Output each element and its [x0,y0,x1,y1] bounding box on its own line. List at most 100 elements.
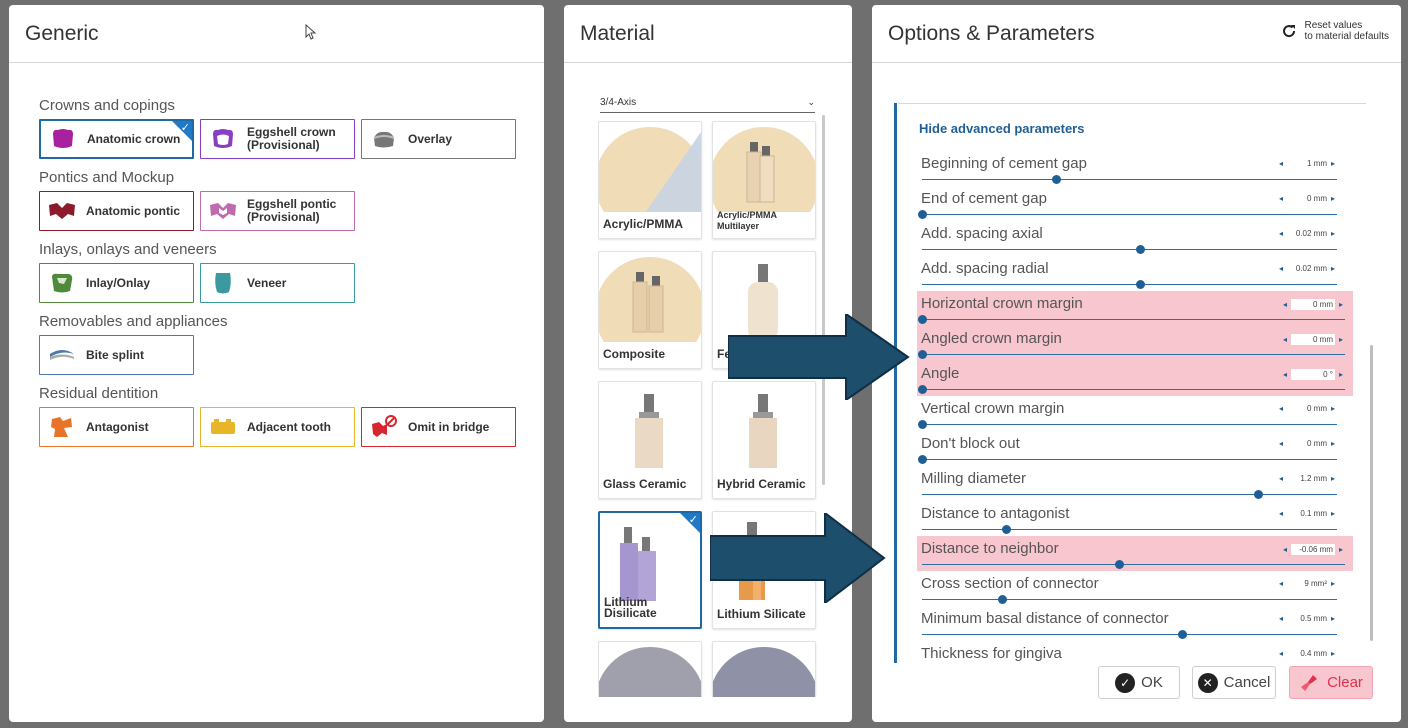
slider-track[interactable] [922,319,1345,320]
parameter-value[interactable]: 1.2 mm [1287,474,1327,483]
parameter-value[interactable]: -0.06 mm [1290,544,1335,555]
decrement-arrow-icon[interactable]: ◂ [1283,370,1287,379]
decrement-arrow-icon[interactable]: ◂ [1279,194,1283,203]
restoration-type-tile[interactable]: Eggshell crown (Provisional) [200,119,355,159]
parameter-value[interactable]: 0 mm [1290,334,1335,345]
clear-button[interactable]: Clear [1289,666,1373,699]
restoration-type-tile[interactable]: Anatomic crown ✓ [39,119,194,159]
increment-arrow-icon[interactable]: ▸ [1339,370,1343,379]
parameter-value[interactable]: 0.02 mm [1287,229,1327,238]
material-scrollbar[interactable] [822,115,825,485]
options-scrollbar[interactable] [1370,345,1373,641]
increment-arrow-icon[interactable]: ▸ [1331,474,1335,483]
increment-arrow-icon[interactable]: ▸ [1331,509,1335,518]
ok-button[interactable]: ✓ OK [1098,666,1180,699]
parameter-value[interactable]: 9 mm² [1287,579,1327,588]
parameter-row: Minimum basal distance of connector ◂ 0.5 … [917,606,1345,641]
slider-track[interactable] [922,634,1337,635]
parameter-value[interactable]: 1 mm [1287,159,1327,168]
material-card[interactable] [712,641,816,697]
parameter-value[interactable]: 0.4 mm [1287,649,1327,658]
slider-knob[interactable] [1178,630,1188,639]
restoration-type-tile[interactable]: Anatomic pontic [39,191,194,231]
slider-track[interactable] [922,494,1337,495]
slider-track[interactable] [922,424,1337,425]
restoration-type-tile[interactable]: Bite splint [39,335,194,375]
material-card[interactable]: Lithium Disilicate ✓ [598,511,702,629]
cancel-button[interactable]: ✕ Cancel [1192,666,1276,699]
parameter-value[interactable]: 0 mm [1287,439,1327,448]
slider-knob[interactable] [918,385,927,394]
material-card[interactable] [598,641,702,697]
restoration-type-tile[interactable]: Veneer [200,263,355,303]
restoration-type-tile[interactable]: Inlay/Onlay [39,263,194,303]
slider-track[interactable] [922,214,1337,215]
restoration-type-tile[interactable]: Overlay [361,119,516,159]
material-card[interactable]: Glass Ceramic [598,381,702,499]
increment-arrow-icon[interactable]: ▸ [1331,614,1335,623]
decrement-arrow-icon[interactable]: ◂ [1279,404,1283,413]
increment-arrow-icon[interactable]: ▸ [1339,300,1343,309]
increment-arrow-icon[interactable]: ▸ [1331,229,1335,238]
increment-arrow-icon[interactable]: ▸ [1331,579,1335,588]
decrement-arrow-icon[interactable]: ◂ [1279,439,1283,448]
restoration-type-tile[interactable]: Adjacent tooth [200,407,355,447]
parameter-value[interactable]: 0.02 mm [1287,264,1327,273]
hide-advanced-parameters-link[interactable]: Hide advanced parameters [919,121,1084,136]
increment-arrow-icon[interactable]: ▸ [1339,335,1343,344]
slider-knob[interactable] [997,595,1007,604]
material-card[interactable]: Acrylic/PMMA Multilayer [712,121,816,239]
slider-knob[interactable] [1136,280,1146,289]
decrement-arrow-icon[interactable]: ◂ [1279,229,1283,238]
increment-arrow-icon[interactable]: ▸ [1331,404,1335,413]
slider-track[interactable] [922,249,1337,250]
slider-track[interactable] [922,599,1337,600]
parameter-value[interactable]: 0 mm [1290,299,1335,310]
slider-knob[interactable] [918,315,927,324]
parameter-value[interactable]: 0 mm [1287,194,1327,203]
restoration-type-tile[interactable]: Antagonist [39,407,194,447]
slider-track[interactable] [922,284,1337,285]
slider-track[interactable] [922,564,1345,565]
slider-knob[interactable] [918,455,927,464]
increment-arrow-icon[interactable]: ▸ [1331,439,1335,448]
decrement-arrow-icon[interactable]: ◂ [1283,300,1287,309]
parameter-value[interactable]: 0.1 mm [1287,509,1327,518]
decrement-arrow-icon[interactable]: ◂ [1283,335,1287,344]
restoration-type-tile[interactable]: Omit in bridge [361,407,516,447]
slider-knob[interactable] [918,350,927,359]
decrement-arrow-icon[interactable]: ◂ [1279,159,1283,168]
decrement-arrow-icon[interactable]: ◂ [1279,614,1283,623]
increment-arrow-icon[interactable]: ▸ [1331,159,1335,168]
parameter-value[interactable]: 0.5 mm [1287,614,1327,623]
machine-axis-select[interactable]: 3/4-Axis ⌄ [600,92,815,113]
decrement-arrow-icon[interactable]: ◂ [1279,649,1283,658]
parameter-value[interactable]: 0 mm [1287,404,1327,413]
slider-knob[interactable] [1002,525,1011,534]
material-card[interactable]: Composite [598,251,702,369]
slider-knob[interactable] [918,210,927,219]
slider-track[interactable] [922,389,1345,390]
decrement-arrow-icon[interactable]: ◂ [1279,509,1283,518]
increment-arrow-icon[interactable]: ▸ [1331,194,1335,203]
material-card[interactable]: Acrylic/PMMA [598,121,702,239]
decrement-arrow-icon[interactable]: ◂ [1283,545,1287,554]
increment-arrow-icon[interactable]: ▸ [1331,264,1335,273]
decrement-arrow-icon[interactable]: ◂ [1279,579,1283,588]
slider-track[interactable] [922,354,1345,355]
slider-knob[interactable] [918,420,927,429]
slider-track[interactable] [922,529,1337,530]
slider-knob[interactable] [1115,560,1125,569]
reset-values-button[interactable]: Reset values to material defaults [1281,20,1389,42]
decrement-arrow-icon[interactable]: ◂ [1279,264,1283,273]
increment-arrow-icon[interactable]: ▸ [1339,545,1343,554]
increment-arrow-icon[interactable]: ▸ [1331,649,1335,658]
slider-knob[interactable] [1254,490,1263,499]
slider-knob[interactable] [1136,245,1146,254]
slider-track[interactable] [922,459,1337,460]
slider-track[interactable] [922,179,1337,180]
decrement-arrow-icon[interactable]: ◂ [1279,474,1283,483]
slider-knob[interactable] [1052,175,1062,184]
restoration-type-tile[interactable]: Eggshell pontic (Provisional) [200,191,355,231]
parameter-value[interactable]: 0 ° [1290,369,1335,380]
